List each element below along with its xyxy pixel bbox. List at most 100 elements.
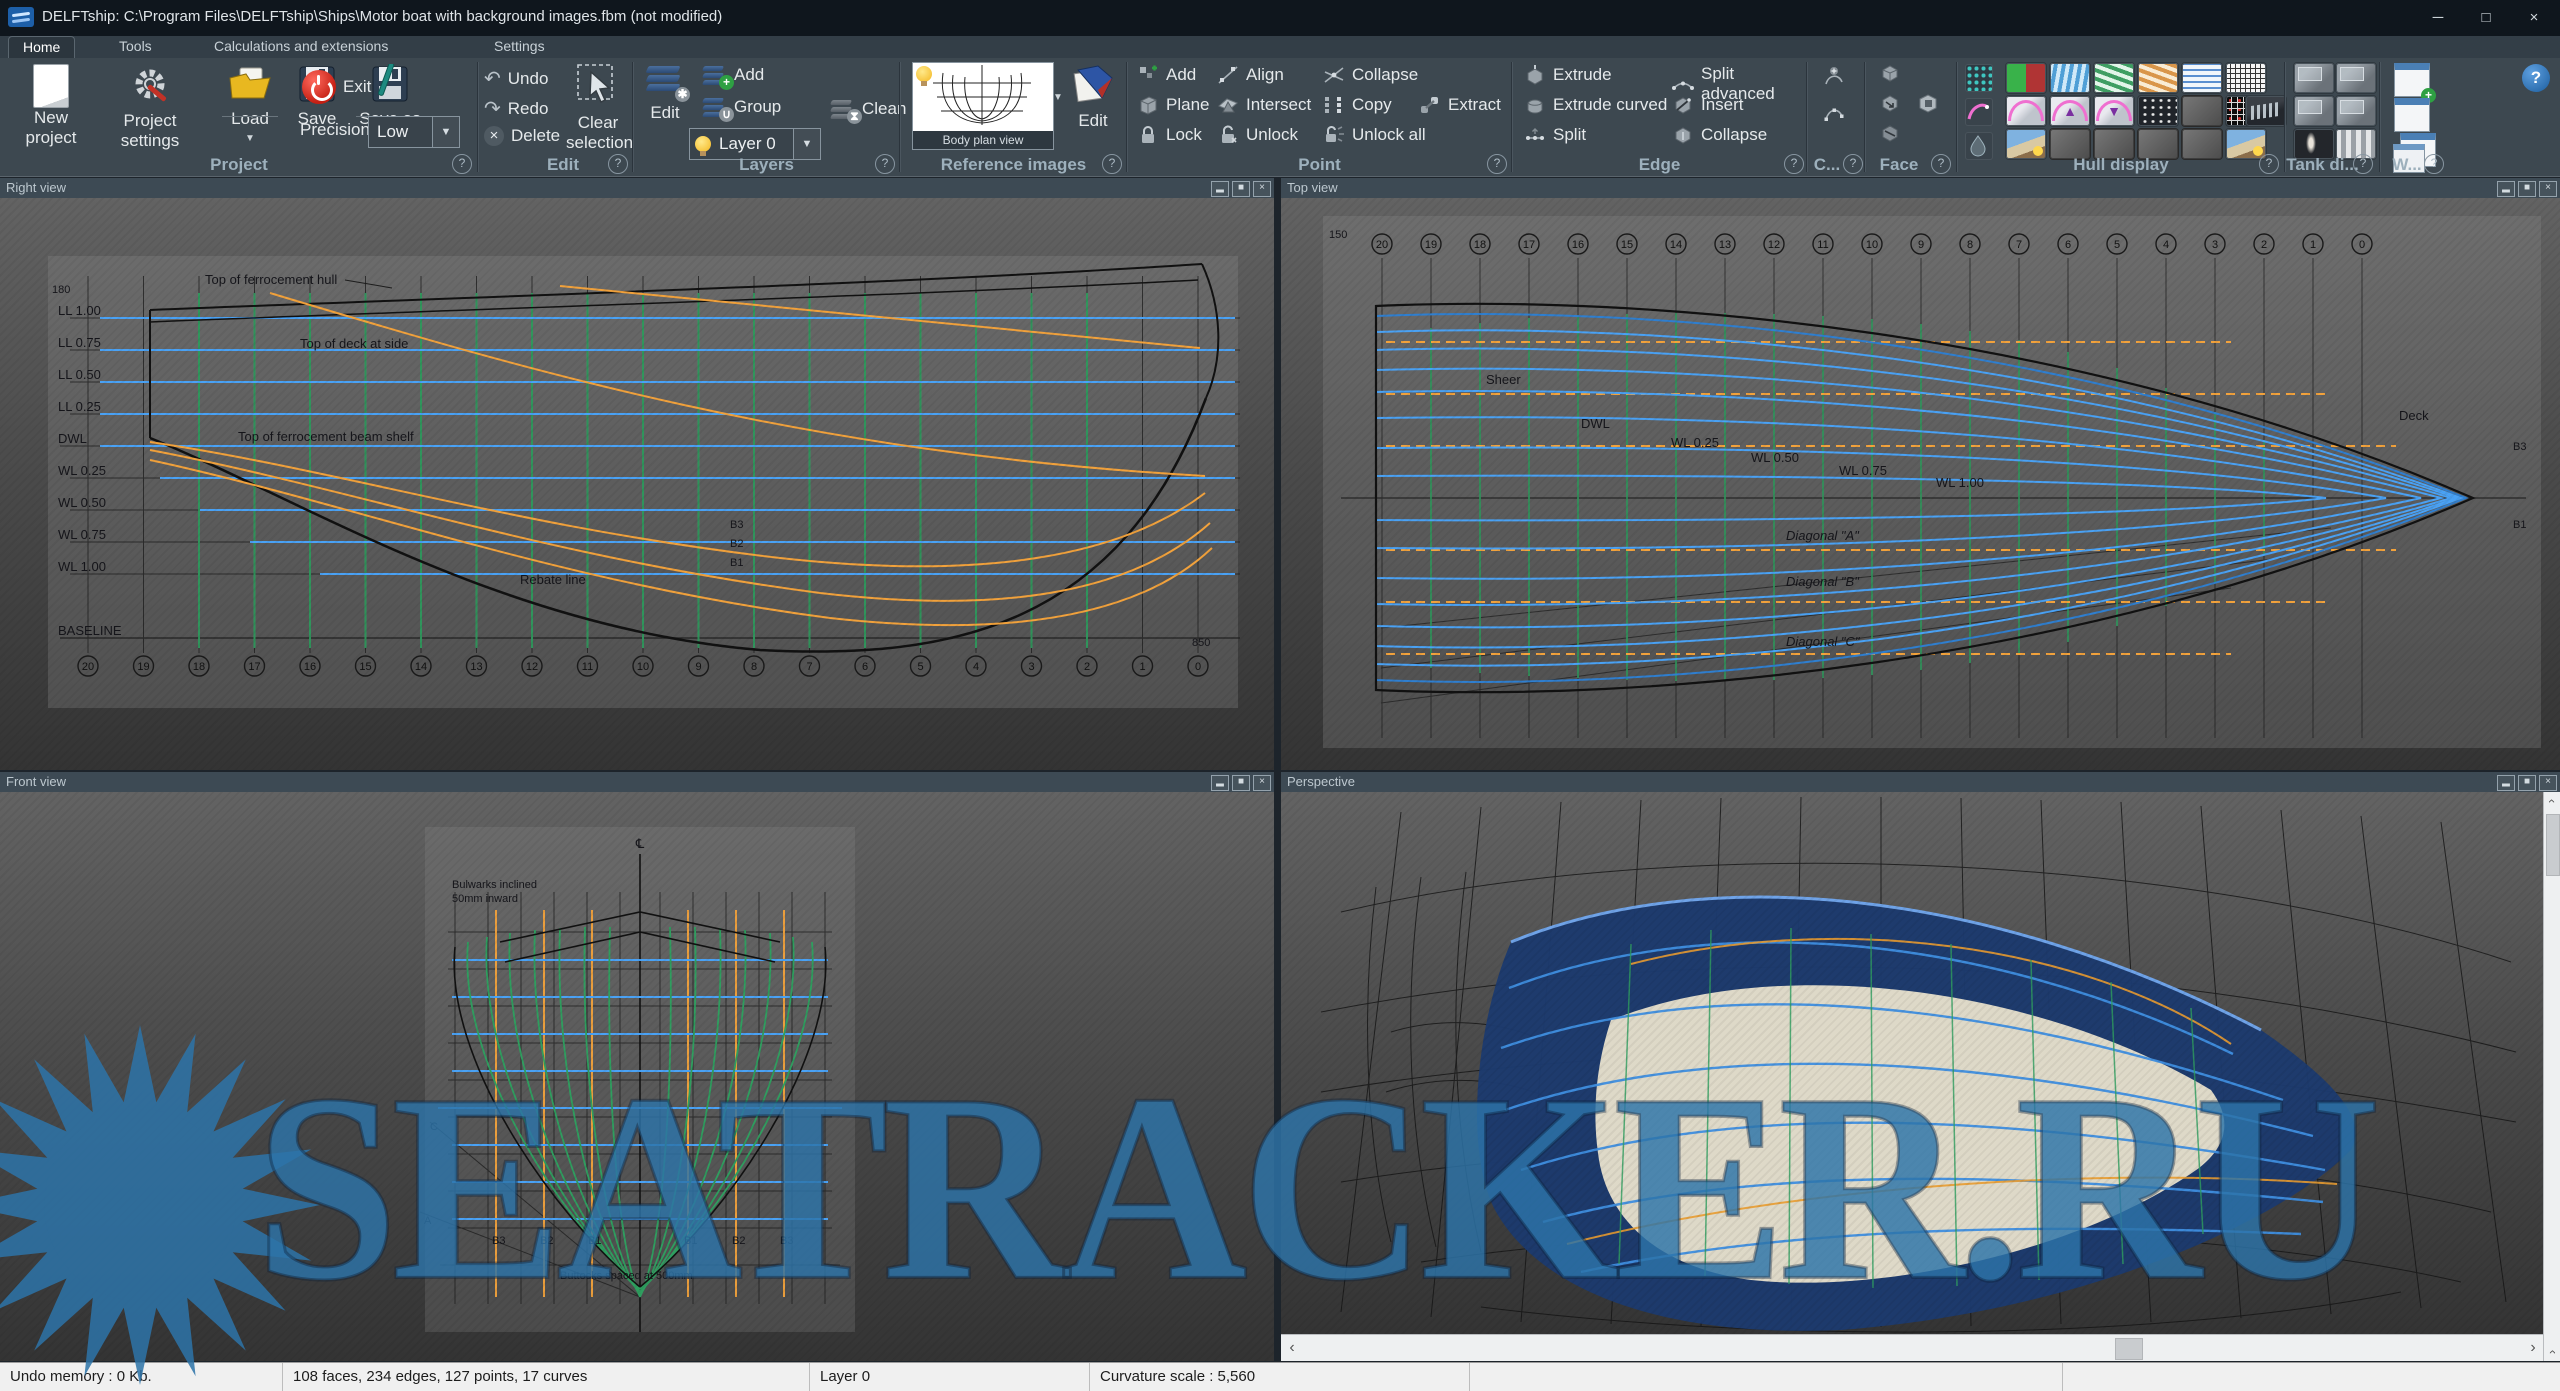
- face-extrude-button[interactable]: [1917, 92, 1939, 114]
- point-unlock-all-button[interactable]: Unlock all: [1323, 124, 1426, 146]
- tab-calculations-and-extensions[interactable]: Calculations and extensions: [200, 36, 402, 57]
- layer-visibility-bulb-icon[interactable]: [695, 136, 711, 152]
- load-button[interactable]: Load ▼: [218, 64, 282, 149]
- exit-button[interactable]: Exit: [302, 70, 371, 104]
- point-copy-button[interactable]: Copy: [1323, 94, 1392, 116]
- hull-flowlines-icon[interactable]: [2181, 95, 2223, 127]
- new-window-icon[interactable]: +: [2394, 63, 2430, 97]
- hull-curvature-scale-down-icon[interactable]: ▼: [2093, 95, 2135, 127]
- layer-add-button[interactable]: + Add: [703, 64, 764, 86]
- face-new-button[interactable]: [1879, 62, 1901, 84]
- point-unlock-button[interactable]: Unlock: [1217, 124, 1298, 146]
- window-icon[interactable]: [2394, 98, 2430, 132]
- viewport-right-view[interactable]: Right view ▂ ■ ×: [0, 178, 1274, 770]
- perspective-canvas[interactable]: [1281, 792, 2544, 1335]
- load-dropdown-arrow-icon[interactable]: ▼: [218, 129, 282, 149]
- tank-view-sections-icon[interactable]: [2335, 95, 2377, 127]
- reference-images-help-icon[interactable]: ?: [1102, 154, 1122, 174]
- tank-view-solid-icon[interactable]: [2293, 62, 2335, 94]
- hull-gaussian-curvature-icon[interactable]: [2049, 62, 2091, 94]
- hull-curvature-plot-icon[interactable]: [2005, 95, 2047, 127]
- clear-selection-button[interactable]: Clear selection: [566, 62, 630, 153]
- hull-display-help-icon[interactable]: ?: [2259, 154, 2279, 174]
- face-delete-button[interactable]: [1879, 122, 1901, 144]
- point-lock-button[interactable]: Lock: [1137, 124, 1202, 146]
- scroll-left-arrow-icon[interactable]: ‹: [1281, 1335, 1303, 1361]
- face-help-icon[interactable]: ?: [1931, 154, 1951, 174]
- point-align-button[interactable]: Align: [1217, 64, 1284, 86]
- point-add-button[interactable]: Add: [1137, 64, 1196, 86]
- close-icon[interactable]: ×: [1253, 181, 1271, 197]
- project-settings-button[interactable]: Project settings: [95, 64, 205, 151]
- right-view-canvas[interactable]: LL 1.00LL 0.75LL 0.50LL 0.25DWLWL 0.25WL…: [0, 198, 1274, 770]
- tank-view-cut-icon[interactable]: [2335, 62, 2377, 94]
- maximize-icon[interactable]: ■: [1232, 181, 1250, 197]
- tab-home[interactable]: Home: [8, 36, 75, 58]
- hull-wireframe-icon[interactable]: [2225, 62, 2267, 94]
- project-help-icon[interactable]: ?: [452, 154, 472, 174]
- edit-help-icon[interactable]: ?: [608, 154, 628, 174]
- windows-help-icon[interactable]: ?: [2424, 154, 2444, 174]
- reference-image-dropdown-arrow-icon[interactable]: ▼: [1053, 92, 1063, 103]
- tab-tools[interactable]: Tools: [105, 36, 166, 57]
- perspective-horizontal-scrollbar[interactable]: ‹ ›: [1281, 1334, 2544, 1361]
- window-maximize-button[interactable]: □: [2464, 4, 2508, 32]
- curve-help-icon[interactable]: ?: [1843, 154, 1863, 174]
- reference-visibility-bulb-icon[interactable]: [916, 66, 932, 82]
- viewport-top-view[interactable]: Top view ▂ ■ ×: [1281, 178, 2560, 770]
- delete-button[interactable]: × Delete: [484, 126, 560, 146]
- point-intersect-button[interactable]: Intersect: [1217, 94, 1311, 116]
- minimize-icon[interactable]: ▂: [1211, 181, 1229, 197]
- undo-button[interactable]: ↶ Undo: [484, 66, 548, 91]
- layer-clean-button[interactable]: ⧗ Clean: [831, 98, 906, 120]
- hull-design-hydrostatics-icon[interactable]: [2137, 95, 2179, 127]
- minimize-icon[interactable]: ▂: [1211, 775, 1229, 791]
- minimize-icon[interactable]: ▂: [2497, 181, 2515, 197]
- curve-new-button[interactable]: [1823, 66, 1845, 88]
- close-icon[interactable]: ×: [2539, 181, 2557, 197]
- minimize-icon[interactable]: ▂: [2497, 775, 2515, 791]
- reference-image-thumbnail[interactable]: Body plan view: [912, 62, 1054, 150]
- edge-collapse-button[interactable]: Collapse: [1672, 124, 1767, 146]
- precision-select[interactable]: Low ▼: [368, 116, 460, 148]
- close-icon[interactable]: ×: [1253, 775, 1271, 791]
- maximize-icon[interactable]: ■: [2518, 181, 2536, 197]
- viewport-front-view[interactable]: Front view ▂ ■ ×: [0, 772, 1274, 1361]
- point-help-icon[interactable]: ?: [1487, 154, 1507, 174]
- face-invert-button[interactable]: [1879, 92, 1901, 114]
- horizontal-scroll-thumb[interactable]: [2115, 1338, 2143, 1360]
- hull-curvature-icon[interactable]: [1965, 98, 1993, 126]
- tank-view-shell-icon[interactable]: [2293, 95, 2335, 127]
- close-icon[interactable]: ×: [2539, 775, 2557, 791]
- edge-extrude-button[interactable]: Extrude: [1524, 64, 1612, 86]
- top-view-canvas[interactable]: 150 Deck Sheer DWL WL 0.25 WL 0.50 WL 0.…: [1281, 198, 2560, 770]
- perspective-vertical-scrollbar[interactable]: ‹ ›: [2543, 792, 2560, 1361]
- hull-zebra-shading-icon[interactable]: [2137, 62, 2179, 94]
- layer-group-button[interactable]: ∪ Group: [703, 96, 781, 118]
- reference-edit-button[interactable]: Edit: [1068, 64, 1118, 131]
- curve-edit-button[interactable]: [1823, 102, 1845, 124]
- edge-insert-button[interactable]: Insert: [1672, 94, 1744, 116]
- front-view-canvas[interactable]: ℄ Bulwarks inclined 50mm inward C A B3B2…: [0, 792, 1274, 1361]
- point-collapse-button[interactable]: Collapse: [1323, 64, 1418, 86]
- window-close-button[interactable]: ×: [2512, 4, 2556, 32]
- scroll-down-arrow-icon[interactable]: ›: [2543, 1344, 2560, 1360]
- maximize-icon[interactable]: ■: [2518, 775, 2536, 791]
- layers-edit-button[interactable]: ✱ Edit: [639, 64, 691, 123]
- ribbon-help-button[interactable]: ?: [2522, 64, 2550, 92]
- window-minimize-button[interactable]: ─: [2416, 4, 2460, 32]
- tab-settings[interactable]: Settings: [480, 36, 559, 57]
- point-plane-button[interactable]: Plane: [1137, 94, 1209, 116]
- scroll-up-arrow-icon[interactable]: ‹: [2543, 793, 2560, 809]
- new-project-button[interactable]: New project: [12, 64, 90, 148]
- point-extract-button[interactable]: Extract: [1419, 94, 1501, 116]
- maximize-icon[interactable]: ■: [1232, 775, 1250, 791]
- redo-button[interactable]: ↷ Redo: [484, 96, 548, 121]
- vertical-scroll-thumb[interactable]: [2546, 814, 2560, 876]
- hull-render-view-icon[interactable]: [2245, 95, 2287, 127]
- tank-display-help-icon[interactable]: ?: [2353, 154, 2373, 174]
- precision-dropdown-arrow-icon[interactable]: ▼: [432, 117, 459, 147]
- hull-shade-icon[interactable]: [2005, 62, 2047, 94]
- hull-environment-map-icon[interactable]: [2181, 62, 2223, 94]
- hull-interior-edges-icon[interactable]: [1965, 64, 1993, 92]
